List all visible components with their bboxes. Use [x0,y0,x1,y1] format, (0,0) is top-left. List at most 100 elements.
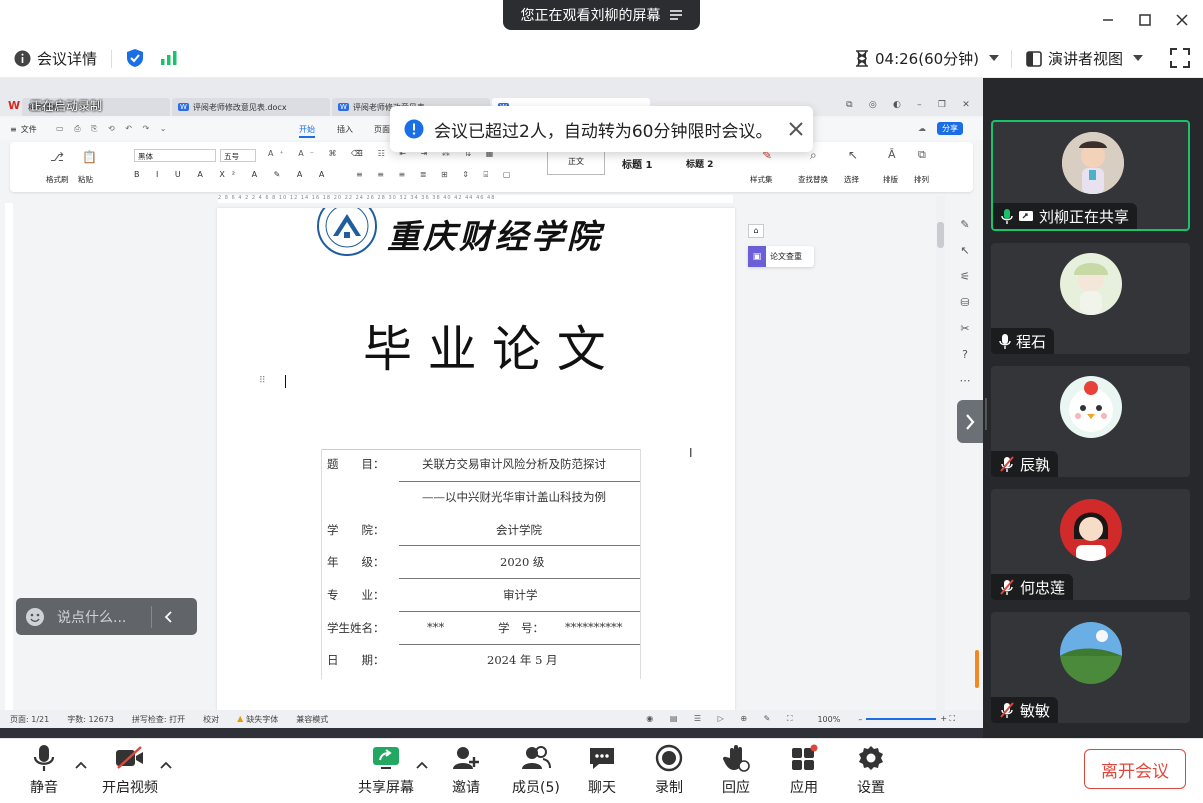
collapse-sidebar-button[interactable] [957,400,983,443]
quick-access-icons[interactable]: ▭ ⎙ ⎘ ⟲ ↶ ↷ ⌄ [56,124,170,134]
members-icon [521,743,551,773]
arrange-button[interactable]: 排版 [883,174,898,185]
font-size-select[interactable]: 五号 [220,149,256,162]
topic-value: 关联方交易审计风险分析及防范探讨 [422,457,606,471]
gear-icon [857,743,885,773]
status-page: 页面: 1/21 [10,714,50,724]
school-emblem [316,208,378,256]
chevron-right-icon [965,413,975,430]
scrollbar[interactable] [936,196,945,716]
share-doc-button[interactable]: 分享 [937,122,963,135]
mute-button[interactable]: 静音 [30,743,58,797]
find-replace[interactable]: 查找替换 [798,174,828,185]
share-screen-button[interactable]: 共享屏幕 [358,743,414,797]
apps-button[interactable]: 应用 [790,743,818,797]
row-line [399,578,640,579]
minimize-button[interactable] [1098,10,1118,30]
row-line [399,481,640,482]
chat-button[interactable]: 聊天 [588,743,616,797]
collapse-panel-icon[interactable]: ⌂ [748,224,764,238]
font-size-buttons[interactable]: A⁺ A⁻ ⌘ ⌫ [268,149,368,158]
recording-overlay: 正在启动录制 [30,99,103,113]
participant-tile[interactable]: 辰孰 [991,366,1190,477]
font-style-buttons[interactable]: B I U A X² A ✎ A A [134,170,331,179]
paragraph-buttons-bottom[interactable]: ≡ ≡ ≡ ≣ ⊞ ⇕ ⌸ ▢ [356,170,516,180]
menu-page[interactable]: 页面 [374,124,390,135]
style-heading1[interactable]: 标题 1 [622,156,652,171]
view-mode-icons[interactable]: ◉ ▤ ☰ ▷ ⊕ ✎ ⛶ [646,714,799,724]
plagiarism-check-button[interactable]: ▣ 论文查重 [748,246,814,267]
invite-button[interactable]: 邀请 [452,743,480,797]
fullscreen-icon[interactable] [1170,48,1190,68]
hourglass-icon [855,50,869,67]
view-mode-button[interactable]: 演讲者视图 [1026,48,1144,69]
chevron-left-icon[interactable] [164,610,172,623]
reaction-label: 回应 [722,780,750,796]
tab-label: 评阅老师修改意见表.docx [192,102,287,112]
wps-logo-icon: W [8,99,21,112]
chat-bubble-icon [588,743,616,773]
time-limit-notification: 会议已超过2人，自动转为60分钟限时会议。 [390,106,813,152]
select-button[interactable]: 选择 [844,174,859,185]
meeting-details-button[interactable]: 会议详情 [14,48,97,69]
chevron-down-icon [989,55,1000,62]
emoji-icon[interactable] [25,607,45,627]
avatar [1060,253,1122,315]
members-button[interactable]: 成员(5) [512,743,560,797]
shield-icon[interactable] [125,48,145,68]
video-button[interactable]: 开启视频 [102,743,158,797]
scrollbar-thumb[interactable] [937,222,944,248]
zoom-slider[interactable]: – + ⛶ [858,714,955,724]
maximize-button[interactable] [1135,10,1155,30]
cursor-icon: ↖ [848,148,859,162]
status-missing-font[interactable]: ▲ 缺失字体 [237,714,278,725]
reaction-button[interactable]: 回应 [722,743,750,797]
participant-tile[interactable]: 敏敏 [991,612,1190,723]
status-spellcheck[interactable]: 拼写检查: 打开 [132,714,185,725]
sharing-banner[interactable]: 您正在观看刘柳的屏幕 [503,0,700,30]
college-label: 学 院： [327,523,385,537]
record-icon [655,743,683,773]
meeting-details-label: 会议详情 [37,50,98,68]
layout-button[interactable]: 排列 [914,174,929,185]
mic-muted-icon [999,579,1015,595]
style-heading2[interactable]: 标题 2 [686,157,713,170]
style-set[interactable]: 样式集 [750,174,773,185]
ibeam-cursor-icon: I [689,446,693,460]
shared-screen: W 稻壳模板 W 评阅老师修改意见表.docx W 评阅老师修改意见表 W ⧉◎… [0,78,983,738]
chevron-up-icon[interactable] [160,761,172,769]
leave-meeting-button[interactable]: 离开会议 [1084,749,1186,789]
id-value: ********** [565,620,623,634]
participant-name: 敏敏 [1020,701,1051,720]
chat-input-overlay[interactable]: 说点什么... [16,598,197,635]
resize-handle[interactable] [985,398,987,430]
tab-review-docx[interactable]: W 评阅老师修改意见表.docx [172,98,330,116]
menu-start[interactable]: 开始 [299,124,315,138]
wps-window-controls[interactable]: ⧉ ◎ ◐ – ❐ ✕ [838,100,978,112]
participant-tile[interactable]: 程石 [991,243,1190,354]
format-painter-icon[interactable]: ⎇ [50,150,64,164]
menu-insert[interactable]: 插入 [337,124,353,135]
cloud-icon[interactable]: ☁ [918,124,926,133]
student-label: 学生姓名： [327,621,385,635]
signal-icon[interactable] [160,50,178,66]
record-button[interactable]: 录制 [655,743,683,797]
close-icon[interactable] [788,121,804,137]
menu-file[interactable]: ≡ 文件 [10,124,37,135]
right-tool-strip[interactable]: ✎ ↖ ⚟ ⛁ ✂? ⋯ [955,218,975,387]
participant-tile[interactable]: 何忠莲 [991,489,1190,600]
meeting-timer[interactable]: 04:26(60分钟) [855,48,1000,69]
chevron-up-icon[interactable] [75,761,87,769]
drag-handle-icon[interactable]: ⠿ [259,376,266,386]
settings-button[interactable]: 设置 [857,743,885,797]
font-name-select[interactable]: 黑体 [134,149,216,162]
close-button[interactable] [1172,10,1192,30]
chevron-up-icon[interactable] [416,761,428,769]
font-name-value: 黑体 [138,152,153,161]
status-zoom[interactable]: 100% [817,715,840,724]
scroll-marker [975,650,979,688]
menu-icon [669,9,683,21]
status-proof[interactable]: 校对 [203,714,219,725]
paste-icon[interactable]: 📋 [82,150,97,164]
participant-tile[interactable]: 刘柳正在共享 [991,120,1190,231]
